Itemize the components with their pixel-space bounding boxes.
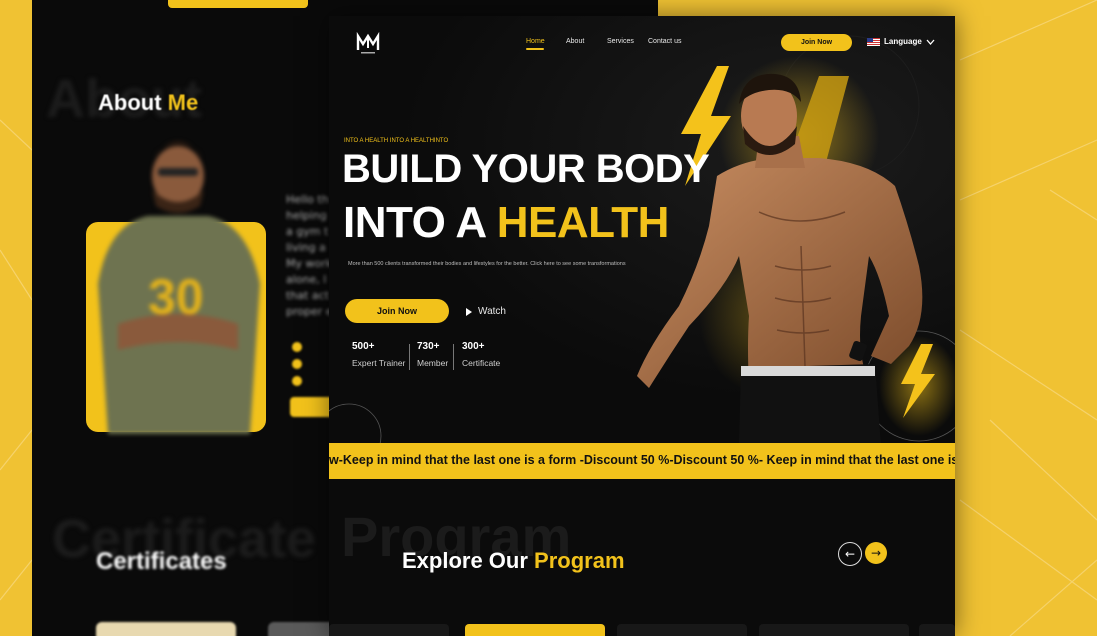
- nav-home[interactable]: Home: [526, 38, 545, 45]
- stat-number: 300+: [462, 341, 485, 352]
- hero-title-prefix: INTO A: [343, 198, 497, 247]
- nav-services[interactable]: Services: [607, 38, 634, 45]
- program-title-prefix: Explore Our: [402, 548, 535, 573]
- stat-number: 500+: [352, 341, 375, 352]
- hero-title-highlight: HEALTH: [496, 198, 670, 247]
- us-flag-icon: [867, 37, 880, 46]
- stat-label: Member: [417, 358, 449, 368]
- nav-about[interactable]: About: [566, 38, 584, 45]
- hero-eyebrow: INTO A HEALTH INTO A HEALTHINTO: [344, 138, 449, 144]
- language-selector[interactable]: Language: [867, 37, 935, 46]
- watch-button[interactable]: Watch: [466, 306, 506, 317]
- program-title-highlight: Program: [534, 548, 625, 573]
- stat-label: Certificate: [462, 358, 501, 368]
- program-card[interactable]: [759, 624, 909, 636]
- landing-page: Home About Services Contact us Join Now …: [329, 16, 955, 636]
- certificates-title: Certificates: [96, 548, 227, 575]
- stat-certificate: 300+ Certificate: [462, 341, 500, 368]
- arrow-right-icon: →: [870, 546, 882, 560]
- program-card[interactable]: [617, 624, 747, 636]
- about-trainer-photo: 30: [98, 141, 260, 434]
- stat-label: Expert Trainer: [352, 358, 406, 368]
- stat-expert-trainer: 500+ Expert Trainer: [352, 341, 405, 368]
- about-title-text: About: [98, 90, 162, 115]
- about-me-title: About Me: [98, 90, 198, 116]
- ticker-text: w-Keep in mind that the last one is a fo…: [329, 453, 955, 467]
- arrow-left-icon: ←: [844, 547, 856, 561]
- bullet-icon: [292, 342, 302, 352]
- stat-divider: [453, 344, 454, 370]
- header-join-button[interactable]: Join Now: [781, 34, 852, 51]
- bullet-icon: [292, 376, 302, 386]
- program-card[interactable]: [465, 624, 605, 636]
- language-label: Language: [884, 37, 922, 46]
- hero-title-line1: BUILD YOUR BODY: [342, 147, 710, 191]
- fitness-logo-icon[interactable]: [355, 30, 381, 56]
- program-section-title: Explore Our Program: [402, 548, 625, 574]
- stat-member: 730+ Member: [417, 341, 448, 368]
- about-title-highlight: Me: [167, 90, 199, 115]
- nav-contact[interactable]: Contact us: [648, 38, 681, 45]
- watch-label: Watch: [478, 306, 506, 317]
- certificate-card: [96, 622, 236, 636]
- bullet-icon: [292, 359, 302, 369]
- promo-ticker: w-Keep in mind that the last one is a fo…: [329, 443, 955, 479]
- chevron-down-icon: [926, 39, 935, 45]
- carousel-next-button[interactable]: →: [865, 542, 887, 564]
- stat-number: 730+: [417, 341, 440, 352]
- hero-subtitle[interactable]: More than 500 clients transformed their …: [348, 261, 626, 267]
- background-top-button: [168, 0, 308, 8]
- hero-title-line2: INTO A HEALTH: [343, 198, 669, 248]
- carousel-prev-button[interactable]: ←: [838, 542, 862, 566]
- program-card[interactable]: [919, 624, 955, 636]
- stat-divider: [409, 344, 410, 370]
- nav-active-indicator: [526, 48, 544, 50]
- play-icon: [466, 307, 472, 316]
- hero-join-button[interactable]: Join Now: [345, 299, 449, 323]
- program-card[interactable]: [329, 624, 449, 636]
